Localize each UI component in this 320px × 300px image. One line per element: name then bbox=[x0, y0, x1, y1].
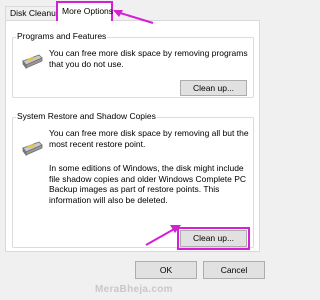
tab-disk-cleanup-label: Disk Cleanup bbox=[10, 8, 61, 18]
programs-description: You can free more disk space by removing… bbox=[49, 48, 248, 69]
ok-button[interactable]: OK bbox=[135, 261, 197, 279]
programs-group-title: Programs and Features bbox=[16, 31, 108, 41]
restore-description: You can free more disk space by removing… bbox=[49, 128, 249, 149]
tab-strip: Disk Cleanup More Options bbox=[0, 0, 266, 21]
cancel-button[interactable]: Cancel bbox=[203, 261, 265, 279]
restore-details: In some editions of Windows, the disk mi… bbox=[49, 163, 247, 205]
programs-and-features-group: Programs and Features You can free more … bbox=[12, 31, 254, 98]
drive-icon bbox=[22, 54, 43, 69]
more-options-panel: Programs and Features You can free more … bbox=[5, 20, 260, 252]
drive-icon bbox=[22, 141, 43, 156]
tab-more-options-label: More Options bbox=[62, 6, 114, 16]
restore-clean-up-button[interactable]: Clean up... bbox=[177, 227, 250, 250]
watermark: MeraBheja.com bbox=[95, 284, 173, 295]
restore-group-title: System Restore and Shadow Copies bbox=[16, 111, 157, 121]
system-restore-group: System Restore and Shadow Copies You can… bbox=[12, 111, 254, 250]
programs-clean-up-button[interactable]: Clean up... bbox=[180, 80, 247, 96]
tab-more-options[interactable]: More Options bbox=[56, 1, 113, 21]
tab-disk-cleanup[interactable]: Disk Cleanup bbox=[5, 6, 61, 20]
